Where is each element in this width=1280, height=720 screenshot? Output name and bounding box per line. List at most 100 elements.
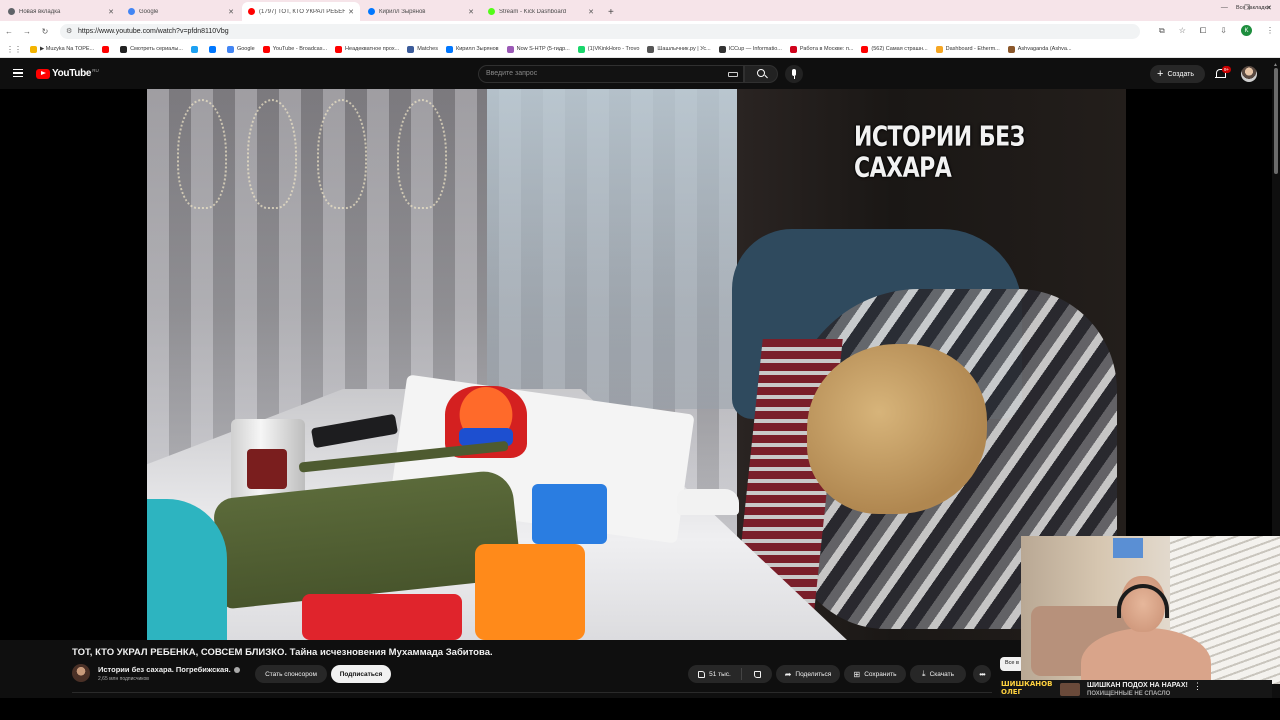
bookmark-favicon-icon xyxy=(120,45,128,53)
browser-tab[interactable]: Кирилл Зырянов ✕ xyxy=(362,2,480,21)
browser-tab-active[interactable]: (1797) ТОТ, КТО УКРАЛ РЕБЕН... ✕ xyxy=(242,2,360,21)
apps-grid-icon[interactable]: ⋮⋮ xyxy=(6,45,22,54)
like-dislike-group: 51 тыс. xyxy=(688,665,772,683)
video-frame[interactable]: ИСТОРИИ БЕЗ САХАРА xyxy=(147,89,1126,640)
region-code: RU xyxy=(92,67,99,73)
scrollbar-thumb[interactable] xyxy=(1274,68,1278,174)
close-tab-icon[interactable]: ✕ xyxy=(348,8,354,16)
bookmark-item[interactable]: (1)VKinkHoro - Trovo xyxy=(577,45,640,53)
toolbar-actions: ⧉ ☆ ⧠ ⇩ K ⋮ xyxy=(1159,25,1274,36)
profile-avatar[interactable]: K xyxy=(1241,25,1252,36)
bookmark-item[interactable]: Ashvaganda (Ashva... xyxy=(1007,45,1072,53)
share-button[interactable]: ➦ Поделиться xyxy=(776,665,840,683)
tab-favicon-icon xyxy=(248,8,255,15)
bookmark-star-icon[interactable]: ☆ xyxy=(1179,26,1186,35)
bookmark-item[interactable]: Работа в Москве: п... xyxy=(789,45,853,53)
forward-icon[interactable]: → xyxy=(18,27,36,36)
sponsor-button[interactable]: Стать спонсором xyxy=(255,665,327,683)
bookmark-item[interactable]: Шашлычник.ру | Ус... xyxy=(647,45,711,53)
bookmark-label: ICCup — Informatio... xyxy=(728,46,782,52)
browser-tab[interactable]: Stream - Kick Dashboard ✕ xyxy=(482,2,600,21)
bookmark-favicon-icon xyxy=(208,45,216,53)
bookmark-favicon-icon xyxy=(506,45,514,53)
browser-tab[interactable]: Новая вкладка ✕ xyxy=(2,2,120,21)
bookmark-item[interactable]: Кирилл Зырянов xyxy=(445,45,499,53)
install-app-icon[interactable]: ⧉ xyxy=(1159,26,1165,36)
bookmark-label: Смотреть сериалы... xyxy=(130,46,183,52)
dislike-button[interactable] xyxy=(742,670,772,678)
bookmark-item[interactable]: YouTube - Broadcas... xyxy=(262,45,327,53)
keyboard-icon[interactable] xyxy=(728,72,738,77)
bookmark-favicon-icon xyxy=(226,45,234,53)
back-icon[interactable]: ← xyxy=(0,27,18,36)
create-button[interactable]: + Создать xyxy=(1150,65,1205,83)
logo-wordmark: YouTube xyxy=(52,68,92,79)
chat-more-icon[interactable]: ⋮ xyxy=(1193,681,1202,692)
more-actions-button[interactable]: ••• xyxy=(973,665,991,683)
scene-toy-truck xyxy=(475,544,585,640)
download-button[interactable]: ⤓ Скачать xyxy=(910,665,966,683)
tab-title: (1797) ТОТ, КТО УКРАЛ РЕБЕН... xyxy=(259,8,346,15)
browser-menu-icon[interactable]: ⋮ xyxy=(1266,26,1274,35)
bookmark-label: (1)VKinkHoro - Trovo xyxy=(587,46,640,52)
account-avatar[interactable] xyxy=(1241,66,1257,82)
search-button[interactable] xyxy=(744,65,778,83)
channel-avatar[interactable] xyxy=(72,664,90,682)
bookmark-item[interactable]: Dashboard - Etherm... xyxy=(935,45,1000,53)
bookmark-favicon-icon xyxy=(1007,45,1015,53)
channel-name[interactable]: Истории без сахара. Погребижская. xyxy=(98,665,231,674)
new-tab-icon[interactable]: + xyxy=(608,7,614,18)
bookmark-favicon-icon xyxy=(190,45,198,53)
minimize-icon[interactable]: — xyxy=(1221,4,1228,12)
menu-icon[interactable] xyxy=(13,69,23,78)
close-tab-icon[interactable]: ✕ xyxy=(108,8,114,16)
browser-tab-strip: Новая вкладка ✕ Google ✕ (1797) ТОТ, КТО… xyxy=(0,0,1280,21)
bookmark-item[interactable]: Google xyxy=(226,45,255,53)
thumbs-down-icon xyxy=(753,670,761,678)
save-button[interactable]: ⊞ Сохранить xyxy=(844,665,906,683)
bookmark-item[interactable] xyxy=(208,45,219,53)
bookmark-item[interactable]: (562) Самая страшн... xyxy=(861,45,928,53)
download-label: Скачать xyxy=(929,670,954,678)
chat-avatar xyxy=(1060,683,1080,696)
like-button[interactable]: 51 тыс. xyxy=(688,668,742,680)
bookmark-item[interactable]: Смотреть сериалы... xyxy=(120,45,183,53)
bookmark-item[interactable]: Now S-HTP (5-гидр... xyxy=(506,45,570,53)
chat-message: ШИШКАН ПОДОХ НА НАРАХ! ПОХИЩЕННЫЕ НЕ СПА… xyxy=(1087,681,1188,699)
bookmark-label: Кирилл Зырянов xyxy=(455,46,499,52)
site-info-icon[interactable]: ⚙ xyxy=(66,27,72,35)
bookmark-label: Now S-HTP (5-гидр... xyxy=(516,46,570,52)
search-input[interactable]: Введите запрос xyxy=(478,65,744,83)
bookmark-item[interactable] xyxy=(102,45,112,53)
downloads-icon[interactable]: ⇩ xyxy=(1220,26,1227,35)
share-icon: ➦ xyxy=(784,669,792,679)
close-tab-icon[interactable]: ✕ xyxy=(588,8,594,16)
reload-icon[interactable]: ↻ xyxy=(36,27,54,36)
voice-search-button[interactable] xyxy=(785,65,803,83)
bottom-bar xyxy=(0,698,1280,720)
bookmark-item[interactable]: ▶ Muzyka Na TOPE... xyxy=(30,45,94,53)
bookmark-item[interactable]: Неадекватное прох... xyxy=(335,45,400,53)
bookmark-item[interactable]: ICCup — Informatio... xyxy=(718,45,782,53)
subscribe-button[interactable]: Подписаться xyxy=(331,665,391,683)
close-tab-icon[interactable]: ✕ xyxy=(468,8,474,16)
tab-title: Google xyxy=(139,8,159,15)
bookmark-favicon-icon xyxy=(335,45,343,53)
youtube-logo[interactable]: YouTube RU xyxy=(36,68,99,79)
channel-name-row[interactable]: Истории без сахара. Погребижская. xyxy=(98,665,240,674)
like-count: 51 тыс. xyxy=(709,670,731,678)
close-tab-icon[interactable]: ✕ xyxy=(228,8,234,16)
bookmark-item[interactable] xyxy=(190,45,201,53)
bookmark-label: Неадекватное прох... xyxy=(345,46,400,52)
url-text: https://www.youtube.com/watch?v=pfdn8110… xyxy=(78,28,229,35)
bookmark-label: (562) Самая страшн... xyxy=(871,46,928,52)
bookmark-favicon-icon xyxy=(577,45,585,53)
video-overlay-caption: ИСТОРИИ БЕЗ САХАРА xyxy=(854,121,1025,185)
extensions-icon[interactable]: ⧠ xyxy=(1200,26,1206,36)
bookmark-item[interactable]: Matches xyxy=(407,45,438,53)
tab-title: Кирилл Зырянов xyxy=(379,8,426,15)
download-icon: ⤓ xyxy=(922,669,926,678)
url-input[interactable]: ⚙ https://www.youtube.com/watch?v=pfdn81… xyxy=(60,24,1140,39)
browser-tab[interactable]: Google ✕ xyxy=(122,2,240,21)
all-bookmarks-button[interactable]: Все закладки xyxy=(1236,5,1270,11)
